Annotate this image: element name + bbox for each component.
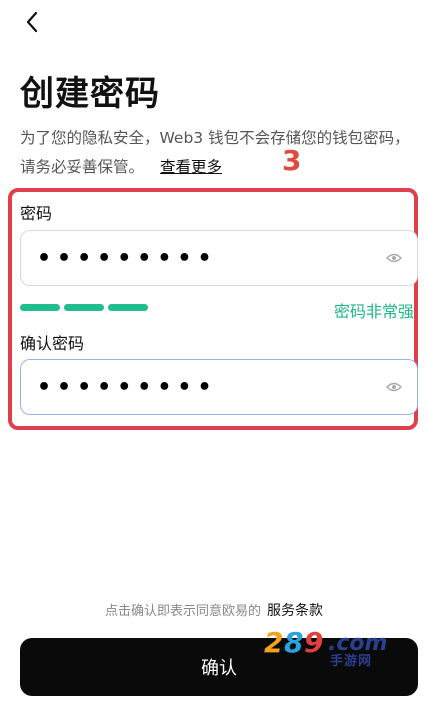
password-input[interactable]	[35, 244, 385, 272]
privacy-description: 为了您的隐私安全，Web3 钱包不会存储您的钱包密码，请务必妥善保管。 查看更多	[20, 124, 416, 182]
learn-more-link[interactable]: 查看更多	[160, 158, 222, 176]
eye-icon[interactable]	[385, 378, 403, 396]
svg-text:8: 8	[284, 626, 303, 659]
back-button[interactable]	[18, 8, 46, 36]
svg-text:9: 9	[304, 626, 323, 659]
confirm-password-input[interactable]	[35, 373, 385, 401]
strength-segment-2	[64, 304, 104, 311]
terms-notice: 点击确认即表示同意欧易的 服务条款	[0, 600, 428, 620]
eye-icon[interactable]	[385, 249, 403, 267]
terms-of-service-link[interactable]: 服务条款	[267, 603, 323, 619]
confirm-password-field-container	[20, 359, 418, 415]
strength-segment-3	[108, 304, 148, 311]
svg-text:2: 2	[264, 626, 283, 659]
page-title: 创建密码	[20, 74, 160, 114]
confirm-password-label: 确认密码	[20, 334, 85, 353]
watermark-subtext: 手游网	[330, 654, 373, 669]
password-label: 密码	[20, 204, 53, 223]
terms-text: 点击确认即表示同意欧易的	[104, 604, 261, 619]
password-field-container	[20, 230, 418, 286]
step-number-annotation: 3	[282, 144, 302, 177]
chevron-left-icon	[26, 11, 38, 33]
strength-segment-1	[20, 304, 60, 311]
strength-level-label: 密码非常强	[334, 302, 415, 321]
